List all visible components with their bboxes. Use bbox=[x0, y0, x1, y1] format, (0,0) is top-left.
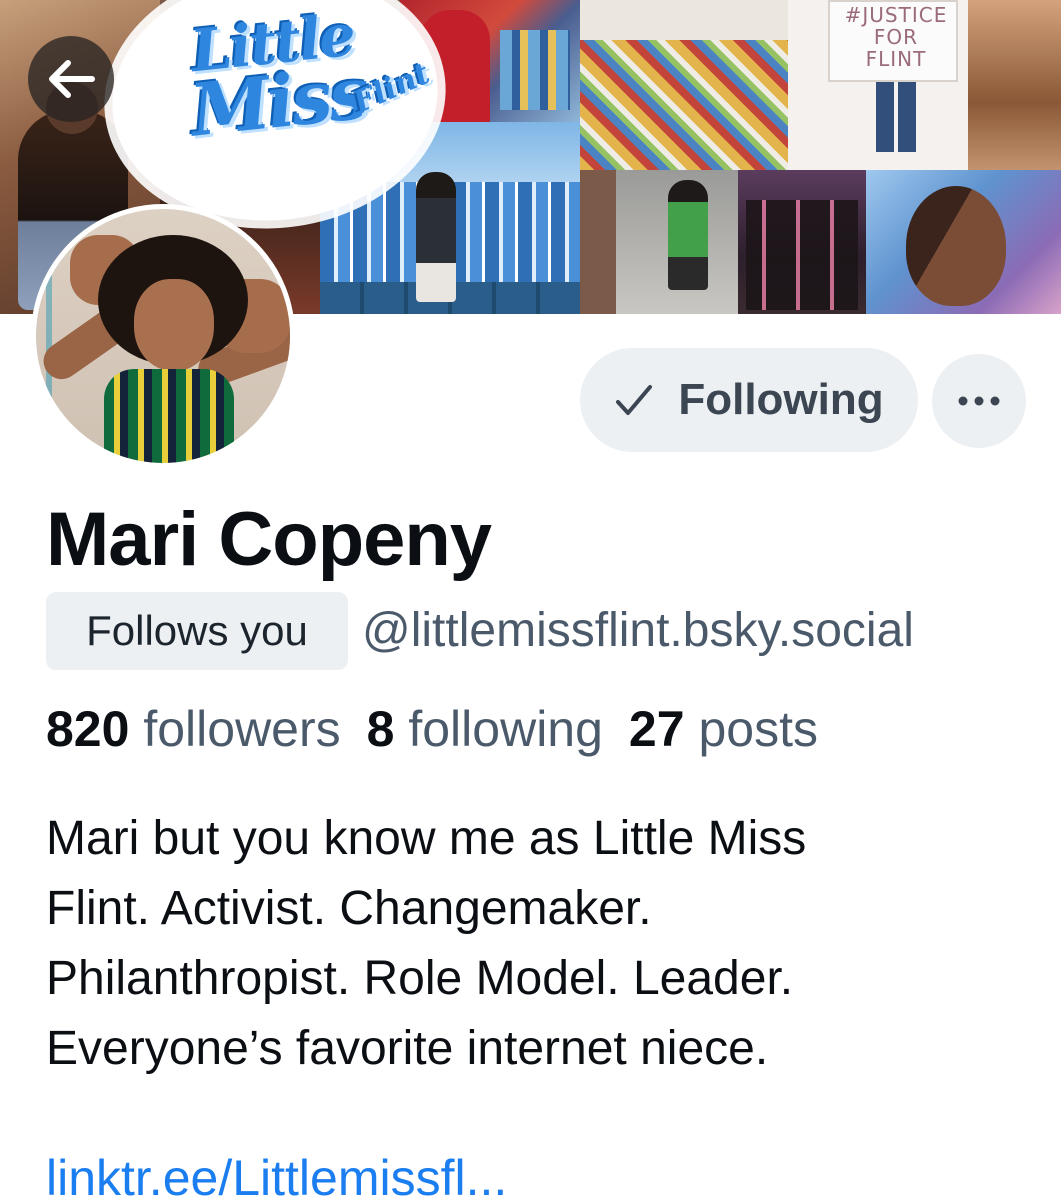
banner-photo-protest-sign: #JUSTICE FOR FLINT bbox=[788, 0, 968, 170]
banner-photo-kids bbox=[616, 170, 738, 314]
following-button-label: Following bbox=[678, 375, 884, 424]
followers-label: followers bbox=[143, 701, 341, 757]
checkmark-icon bbox=[616, 385, 653, 415]
back-button[interactable] bbox=[28, 36, 114, 122]
profile-stats: 820 followers 8 following 27 posts bbox=[46, 700, 818, 758]
ellipsis-icon bbox=[958, 396, 1000, 406]
display-name: Mari Copeny bbox=[46, 497, 492, 582]
following-label: following bbox=[408, 701, 603, 757]
profile-handle[interactable]: @littlemissflint.bsky.social bbox=[362, 602, 914, 660]
follows-you-badge: Follows you bbox=[46, 592, 348, 670]
avatar[interactable] bbox=[31, 204, 295, 468]
profile-bio: Mari but you know me as Little Miss Flin… bbox=[46, 804, 1006, 1084]
bio-line: Mari but you know me as Little Miss bbox=[46, 812, 807, 865]
banner-photo-group bbox=[738, 170, 866, 314]
posts-label: posts bbox=[698, 701, 818, 757]
bio-line: Philanthropist. Role Model. Leader. bbox=[46, 952, 794, 1005]
following-count: 8 bbox=[366, 701, 395, 757]
followers-stat[interactable]: 820 followers bbox=[46, 701, 341, 757]
more-options-button[interactable] bbox=[932, 354, 1026, 448]
banner-photo-portrait bbox=[968, 0, 1061, 170]
posts-stat: 27 posts bbox=[629, 701, 818, 757]
banner-photo-mural bbox=[866, 170, 1061, 314]
banner-photo-donations bbox=[580, 0, 788, 170]
following-stat[interactable]: 8 following bbox=[367, 701, 603, 757]
followers-count: 820 bbox=[46, 701, 130, 757]
bio-line: Everyone’s favorite internet niece. bbox=[46, 1022, 769, 1075]
profile-link[interactable]: linktr.ee/Littlemissfl... bbox=[46, 1148, 507, 1200]
posts-count: 27 bbox=[628, 701, 685, 757]
arrow-left-icon bbox=[49, 60, 95, 98]
protest-sign-text: #JUSTICE FOR FLINT bbox=[844, 3, 948, 71]
bio-line: Flint. Activist. Changemaker. bbox=[46, 882, 652, 935]
profile-screen: #JUSTICE FOR FLINT Little Miss Flint Fol… bbox=[0, 0, 1061, 1200]
following-button[interactable]: Following bbox=[580, 348, 918, 452]
